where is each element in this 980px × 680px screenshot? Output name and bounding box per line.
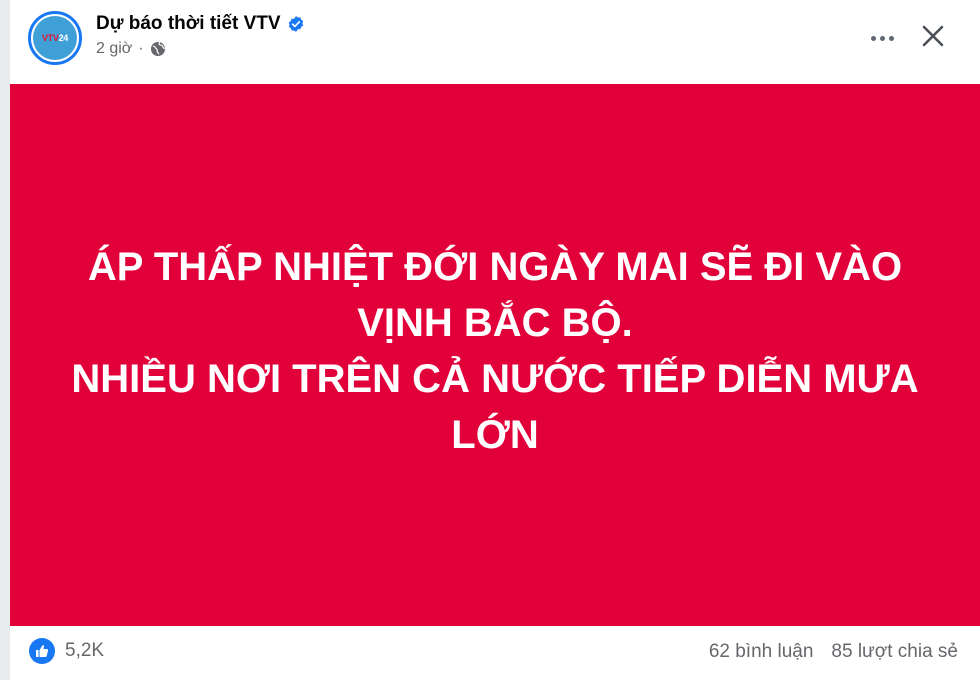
- engagement-stats: 62 bình luận 85 lượt chia sẻ: [709, 641, 958, 663]
- banner-line: LỚN: [451, 413, 539, 457]
- banner-line: VỊNH BẮC BỘ.: [357, 301, 633, 345]
- avatar-logo: VTV24: [33, 16, 77, 60]
- page-avatar[interactable]: VTV24: [28, 11, 82, 65]
- close-icon[interactable]: [917, 20, 949, 52]
- post-viewer: VTV24 Dự báo thời tiết VTV 2 giờ · ÁP TH…: [0, 0, 980, 680]
- banner-line: NHIỀU NƠI TRÊN CẢ NƯỚC TIẾP DIỄN MƯA: [71, 357, 919, 401]
- globe-icon[interactable]: [150, 41, 166, 57]
- left-edge-strip: [0, 0, 10, 680]
- banner-headline: ÁP THẤP NHIỆT ĐỚI NGÀY MAI SẼ ĐI VÀO VỊN…: [55, 239, 935, 463]
- page-name-link[interactable]: Dự báo thời tiết VTV: [96, 13, 281, 35]
- like-icon: [29, 638, 55, 664]
- post-footer: 5,2K 62 bình luận 85 lượt chia sẻ: [10, 626, 980, 680]
- post-header: VTV24 Dự báo thời tiết VTV 2 giờ ·: [10, 0, 980, 84]
- banner-line: ÁP THẤP NHIỆT ĐỚI NGÀY MAI SẼ ĐI VÀO: [87, 245, 903, 289]
- reactions-summary[interactable]: 5,2K: [29, 638, 104, 664]
- comments-count-link[interactable]: 62 bình luận: [709, 641, 814, 663]
- verified-badge-icon: [288, 16, 303, 32]
- meta-separator: ·: [138, 40, 144, 57]
- more-options-icon[interactable]: [864, 24, 900, 52]
- page-name-row: Dự báo thời tiết VTV: [96, 13, 305, 35]
- shares-count-link[interactable]: 85 lượt chia sẻ: [831, 641, 958, 663]
- post-image-banner[interactable]: ÁP THẤP NHIỆT ĐỚI NGÀY MAI SẼ ĐI VÀO VỊN…: [10, 84, 980, 626]
- post-meta: 2 giờ ·: [96, 40, 166, 58]
- reactions-count: 5,2K: [65, 640, 105, 661]
- post-timestamp[interactable]: 2 giờ: [96, 40, 132, 58]
- avatar-logo-text: VTV24: [41, 33, 69, 43]
